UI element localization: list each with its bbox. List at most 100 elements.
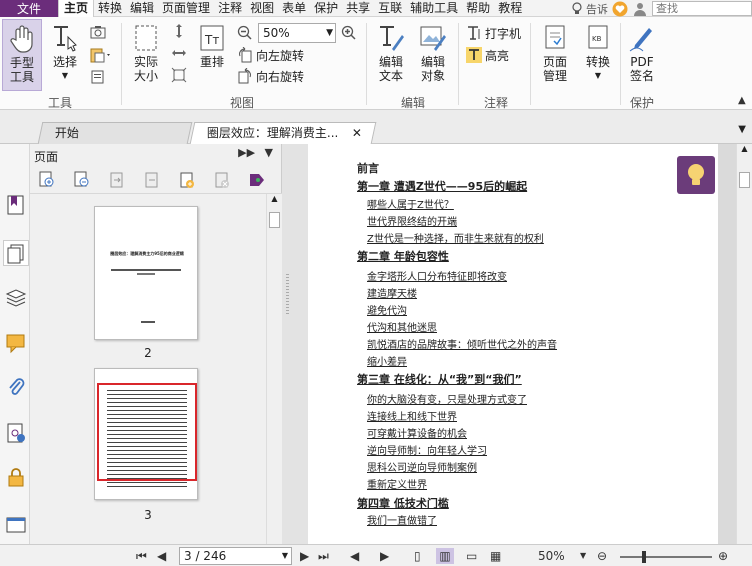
- fit-visible-icon[interactable]: [171, 67, 187, 83]
- edit-object-button[interactable]: 编辑 对象: [414, 23, 452, 83]
- toc-section-link[interactable]: 重新定义世界: [367, 476, 427, 491]
- pdf-sign-button[interactable]: PDF 签名: [624, 23, 660, 83]
- panel-expand-icon[interactable]: ▶▶: [238, 146, 255, 159]
- menu-tab-11[interactable]: 帮助: [462, 0, 494, 17]
- select-dropdown-icon[interactable]: ▼: [62, 69, 68, 83]
- next-view-icon[interactable]: ▶: [380, 548, 389, 564]
- toc-section-link[interactable]: 你的大脑没有变，只是处理方式变了: [367, 391, 527, 406]
- next-page-icon[interactable]: ▶: [300, 548, 309, 564]
- zoom-out-icon[interactable]: [237, 25, 253, 41]
- continuous-facing-icon[interactable]: ▦: [490, 548, 501, 564]
- clipboard-icon[interactable]: [90, 47, 112, 63]
- layers-icon[interactable]: [5, 286, 27, 308]
- menu-tab-9[interactable]: 互联: [374, 0, 406, 17]
- scroll-up-icon[interactable]: ▲: [737, 144, 752, 153]
- menu-tab-3[interactable]: 页面管理: [158, 0, 214, 17]
- extract-page-icon[interactable]: [143, 171, 161, 189]
- menu-tab-12[interactable]: 教程: [494, 0, 526, 17]
- menu-tab-10[interactable]: 辅助工具: [406, 0, 462, 17]
- panel-menu-icon[interactable]: ▼: [265, 146, 273, 159]
- zoom-percent[interactable]: 50%: [538, 548, 565, 564]
- panel-splitter[interactable]: [282, 144, 308, 544]
- comment-icon[interactable]: [5, 332, 27, 354]
- menu-tab-4[interactable]: 注释: [214, 0, 246, 17]
- convert-button[interactable]: KB 转换 ▼: [580, 23, 616, 83]
- signature-icon[interactable]: [5, 422, 27, 444]
- tab-start[interactable]: 开始: [37, 122, 193, 144]
- document-view[interactable]: 前言 第一章 遭遇Z世代——95后的崛起 哪些人属于Z世代？ 世代界限终结的开端 Z世代…: [308, 144, 736, 544]
- toc-section-link[interactable]: 凯悦酒店的品牌故事：倾听世代之外的声音: [367, 336, 557, 351]
- insert-page-icon[interactable]: [108, 171, 126, 189]
- menu-tab-2[interactable]: 编辑: [126, 0, 158, 17]
- tell-me-label[interactable]: 告诉: [586, 1, 608, 17]
- zoom-in-page-icon[interactable]: [38, 171, 56, 189]
- previous-page-icon[interactable]: ◀: [157, 548, 166, 564]
- lightbulb-tip-button[interactable]: [677, 156, 715, 194]
- rotate-left-button[interactable]: 向左旋转: [237, 45, 304, 65]
- select-button[interactable]: 选择 ▼: [48, 23, 82, 83]
- rotate-right-button[interactable]: 向右旋转: [237, 66, 304, 86]
- fit-page-icon[interactable]: [171, 23, 187, 39]
- previous-view-icon[interactable]: ◀: [350, 548, 359, 564]
- toc-chapter-heading[interactable]: 第二章 年龄包容性: [357, 248, 449, 264]
- menu-tab-5[interactable]: 视图: [246, 0, 278, 17]
- add-page-icon[interactable]: [178, 171, 196, 189]
- menu-tab-1[interactable]: 转换: [94, 0, 126, 17]
- search-input[interactable]: [652, 1, 752, 16]
- toc-section-link[interactable]: 世代界限终结的开端: [367, 213, 457, 228]
- chevron-down-icon[interactable]: ▼: [326, 24, 333, 42]
- scroll-thumb[interactable]: [739, 172, 750, 188]
- toc-section-link[interactable]: 避免代沟: [367, 302, 407, 317]
- toc-section-link[interactable]: 哪些人属于Z世代？: [367, 196, 454, 211]
- document-scrollbar[interactable]: ▲: [736, 144, 752, 544]
- menu-tab-7[interactable]: 保护: [310, 0, 342, 17]
- toc-section-link[interactable]: 缩小差异: [367, 353, 407, 368]
- page-thumbnail-3[interactable]: [94, 368, 198, 500]
- first-page-icon[interactable]: ⏮: [136, 548, 147, 564]
- bookmark-icon[interactable]: [5, 194, 27, 216]
- facing-pages-icon[interactable]: ▭: [466, 548, 477, 564]
- current-view-frame[interactable]: [97, 383, 197, 481]
- toc-section-link[interactable]: 建造摩天楼: [367, 285, 417, 300]
- close-icon[interactable]: ✕: [352, 123, 362, 144]
- panel-scrollbar[interactable]: ▲: [266, 194, 282, 544]
- zoom-out-page-icon[interactable]: [73, 171, 91, 189]
- snapshot-icon[interactable]: [90, 25, 106, 39]
- toc-section-link[interactable]: 我们一直做错了: [367, 512, 437, 527]
- toc-section-link[interactable]: 代沟和其他迷思: [367, 319, 437, 334]
- zoom-combo[interactable]: 50% ▼: [258, 23, 336, 43]
- toc-chapter-heading[interactable]: 第一章 遭遇Z世代——95后的崛起: [357, 178, 527, 194]
- page-number-input[interactable]: 3 / 246 ▼: [179, 547, 292, 565]
- reflow-button[interactable]: Tт 重排: [196, 23, 228, 69]
- zoom-slider-handle[interactable]: [642, 551, 646, 563]
- zoom-slider[interactable]: [620, 551, 712, 563]
- typewriter-button[interactable]: 打字机: [466, 23, 521, 43]
- scroll-up-icon[interactable]: ▲: [267, 194, 282, 203]
- zoom-out-icon[interactable]: ⊖: [597, 548, 607, 564]
- actual-size-button[interactable]: 实际 大小: [126, 23, 166, 83]
- toc-section-link[interactable]: 连接线上和线下世界: [367, 408, 457, 423]
- toc-section-link[interactable]: 金字塔形人口分布特征即将改变: [367, 268, 507, 283]
- toc-section-link[interactable]: 可穿戴计算设备的机会: [367, 425, 467, 440]
- delete-page-icon[interactable]: [213, 171, 231, 189]
- form-icon[interactable]: [5, 512, 27, 534]
- zoom-in-icon[interactable]: ⊕: [718, 548, 728, 564]
- scroll-thumb[interactable]: [269, 212, 280, 228]
- page-color-icon[interactable]: [90, 69, 106, 85]
- menu-tab-8[interactable]: 共享: [342, 0, 374, 17]
- file-menu[interactable]: 文件: [0, 0, 58, 17]
- page-properties-icon[interactable]: [248, 171, 266, 189]
- hand-tool-button[interactable]: 手型 工具: [2, 19, 42, 91]
- chevron-down-icon[interactable]: ▼: [282, 548, 288, 564]
- tab-menu-icon[interactable]: ▼: [738, 124, 746, 135]
- collapse-ribbon-icon[interactable]: ▲: [738, 95, 746, 106]
- fit-width-icon[interactable]: [171, 45, 187, 61]
- attachment-icon[interactable]: [5, 376, 27, 398]
- heart-icon[interactable]: [612, 1, 628, 17]
- toc-chapter-heading[interactable]: 第三章 在线化：从“我”到“我们”: [357, 371, 522, 387]
- pages-icon[interactable]: [3, 240, 29, 266]
- last-page-icon[interactable]: ⏭: [318, 548, 329, 564]
- menu-tab-0[interactable]: 主页: [58, 0, 95, 17]
- highlight-button[interactable]: 高亮: [466, 45, 509, 65]
- tab-document[interactable]: 圈层效应：理解消费主... ✕: [189, 122, 377, 144]
